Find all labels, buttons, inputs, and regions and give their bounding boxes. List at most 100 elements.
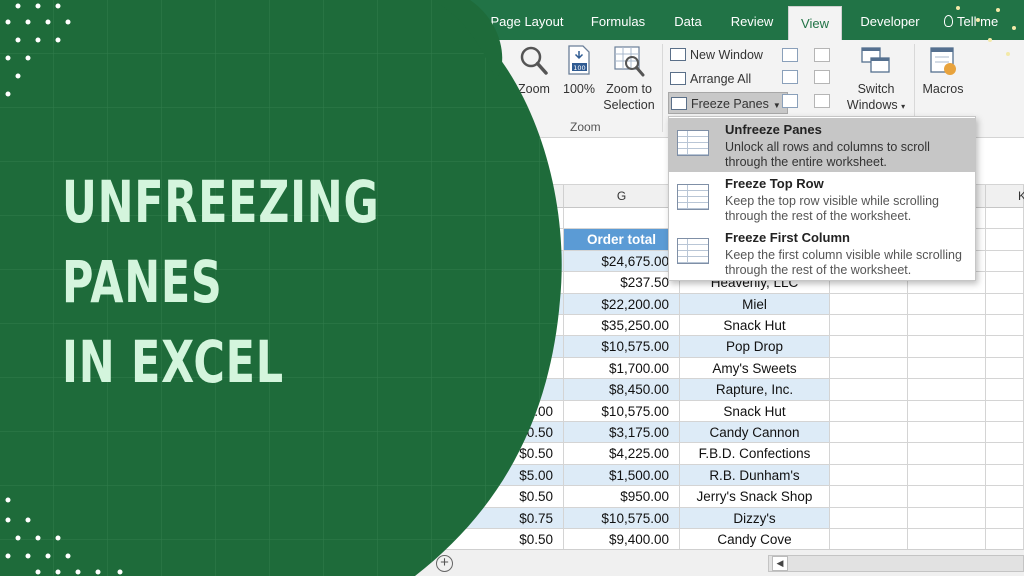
tab-review[interactable]: Review [724,0,780,40]
table-cell-customer[interactable]: Candy Cannon [680,422,830,444]
table-cell-customer[interactable]: F.B.D. Confections [680,443,830,465]
table-cell-order-total[interactable]: $10,575.00 [564,400,680,422]
table-cell[interactable] [830,529,908,551]
table-cell[interactable] [830,486,908,508]
table-cell[interactable] [830,293,908,315]
arrange-all-button[interactable]: Arrange All [668,68,751,90]
table-cell[interactable] [908,464,986,487]
macros-button[interactable]: Macros [918,44,968,97]
tab-developer[interactable]: Developer [852,0,928,40]
table-cell[interactable] [430,293,564,315]
table-cell[interactable] [430,208,564,230]
table-cell[interactable] [986,357,1024,380]
table-cell-customer[interactable]: Dizzy's [680,507,830,529]
table-cell-order-total[interactable]: $3,175.00 [564,422,680,444]
column-header-f[interactable] [430,185,564,208]
table-cell-order-total[interactable]: $950.00 [564,486,680,508]
table-cell[interactable] [986,400,1024,422]
table-cell[interactable] [430,336,564,358]
table-cell[interactable] [430,229,564,251]
table-cell-customer[interactable]: Snack Hut [680,400,830,422]
horizontal-scrollbar[interactable] [768,555,1024,572]
table-cell-customer[interactable]: Snack Hut [680,315,830,337]
switch-windows-button[interactable]: Switch Windows ▾ [842,44,910,115]
table-cell-customer[interactable]: Candy Cove [680,529,830,551]
table-cell[interactable] [908,507,986,529]
table-cell[interactable] [908,486,986,508]
table-cell[interactable] [986,443,1024,465]
table-cell[interactable] [830,464,908,487]
unhide-icon[interactable] [782,94,798,108]
table-cell-customer[interactable]: Jerry's Snack Shop [680,486,830,508]
table-cell[interactable] [908,293,986,315]
table-cell[interactable]: .00 [430,400,564,422]
table-header-order-total[interactable]: Order total [564,229,680,251]
zoom-button[interactable]: Zoom [512,44,556,97]
reset-window-position-icon[interactable] [814,94,830,108]
table-cell-customer[interactable]: Amy's Sweets [680,357,830,380]
menu-item-freeze-top-row[interactable]: Freeze Top Row Keep the top row visible … [669,172,975,226]
tab-formulas[interactable]: Formulas [584,0,652,40]
table-cell[interactable] [908,529,986,551]
table-cell[interactable]: $0.75 [430,507,564,529]
table-cell-order-total[interactable]: $10,575.00 [564,336,680,358]
table-cell[interactable] [986,315,1024,337]
table-cell[interactable] [986,379,1024,401]
table-cell[interactable] [430,250,564,273]
table-cell[interactable] [430,272,564,294]
table-cell[interactable] [986,208,1024,230]
scroll-left-icon[interactable]: ◀ [772,556,788,571]
table-cell[interactable] [830,443,908,465]
table-cell[interactable]: $0.50 [430,443,564,465]
table-cell[interactable] [908,443,986,465]
table-cell[interactable] [986,229,1024,251]
table-cell-customer[interactable]: Pop Drop [680,336,830,358]
table-cell-order-total[interactable]: $4,225.00 [564,443,680,465]
table-cell[interactable] [986,507,1024,529]
table-cell-order-total[interactable]: $24,675.00 [564,250,680,273]
table-cell[interactable]: 0.50 [430,422,564,444]
column-header-g[interactable]: G [564,185,680,208]
table-cell[interactable] [908,357,986,380]
table-cell[interactable] [830,379,908,401]
table-cell-order-total[interactable]: $8,450.00 [564,379,680,401]
table-cell[interactable] [986,336,1024,358]
tab-w[interactable]: w [446,0,466,40]
table-cell[interactable] [830,336,908,358]
tab-view[interactable]: View [788,6,842,40]
table-cell[interactable] [986,250,1024,273]
tell-me-search[interactable]: Tell me [944,0,998,40]
hide-icon[interactable] [782,70,798,84]
table-cell[interactable] [430,315,564,337]
table-cell-order-total[interactable]: $35,250.00 [564,315,680,337]
table-cell[interactable] [830,400,908,422]
table-cell-order-total[interactable]: $237.50 [564,272,680,294]
table-cell[interactable] [908,422,986,444]
column-header-k[interactable]: K [986,185,1024,208]
table-cell[interactable] [908,400,986,422]
table-cell[interactable] [430,379,564,401]
table-cell[interactable] [986,272,1024,294]
table-cell-customer[interactable]: Rapture, Inc. [680,379,830,401]
table-cell-customer[interactable]: Miel [680,293,830,315]
table-cell-customer[interactable]: R.B. Dunham's [680,464,830,487]
zoom-to-selection-button[interactable]: Zoom to Selection [600,44,658,113]
split-icon[interactable] [782,48,798,62]
table-cell[interactable] [986,464,1024,487]
view-side-by-side-icon[interactable] [814,48,830,62]
table-cell-order-total[interactable]: $10,575.00 [564,507,680,529]
menu-item-unfreeze-panes[interactable]: Unfreeze Panes Unlock all rows and colum… [669,118,975,172]
table-cell-order-total[interactable]: $22,200.00 [564,293,680,315]
table-cell[interactable] [986,422,1024,444]
zoom-100-button[interactable]: 100 100% [560,44,598,97]
new-window-button[interactable]: New Window [668,44,763,66]
freeze-panes-button[interactable]: Freeze Panes ▼ [668,92,788,114]
table-cell[interactable] [830,422,908,444]
table-cell[interactable] [830,357,908,380]
table-cell-order-total[interactable]: $9,400.00 [564,529,680,551]
add-sheet-icon[interactable]: + [436,555,453,572]
table-cell[interactable] [908,379,986,401]
table-cell[interactable] [986,486,1024,508]
tab-data[interactable]: Data [668,0,708,40]
table-cell[interactable] [908,336,986,358]
